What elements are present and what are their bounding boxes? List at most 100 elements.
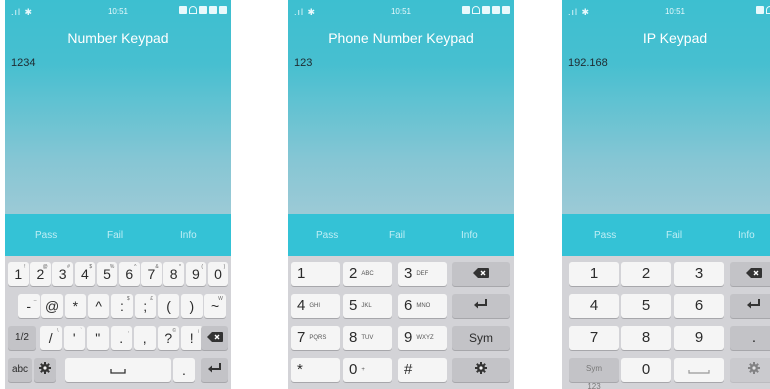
key-7[interactable]: 7 & (141, 262, 162, 286)
key-symbol[interactable]: ' ` (63, 326, 85, 350)
status-bar: .ıl ✱ 10:51 (562, 0, 770, 22)
input-value[interactable]: 192.168 (568, 57, 608, 69)
key-3[interactable]: 3 (674, 262, 724, 286)
key-symbol[interactable]: " (87, 326, 109, 350)
key-7[interactable]: 7 PQRS (291, 326, 340, 350)
key-6[interactable]: 6 ^ (119, 262, 140, 286)
key-label: 7 (589, 329, 599, 346)
key-symbol[interactable]: ~ W (204, 294, 226, 318)
key-label: Sym (469, 331, 493, 345)
key-symbol[interactable]: / \ (40, 326, 62, 350)
input-value[interactable]: 123 (294, 57, 312, 69)
key-2[interactable]: 2 ABC (343, 262, 392, 286)
key-4[interactable]: 4 GHI (291, 294, 340, 318)
key-label: # (404, 361, 413, 378)
key-1[interactable]: 1 (291, 262, 340, 286)
key-symbol[interactable]: ) (181, 294, 203, 318)
input-value[interactable]: 1234 (11, 57, 35, 69)
key-label: - (26, 298, 32, 314)
enter-key[interactable] (730, 294, 770, 318)
key-5[interactable]: 5% (96, 262, 118, 286)
key-sub-label: $ (126, 296, 130, 302)
key-8[interactable]: 8 (621, 326, 671, 350)
info-button[interactable]: Info (461, 230, 478, 241)
key-symbol[interactable]: ^ (87, 294, 110, 318)
sym-key[interactable]: Sym 123 (569, 358, 619, 389)
key-label: * (297, 361, 303, 378)
key-label: ) (189, 298, 195, 314)
key-0[interactable]: 0 (621, 358, 671, 382)
key-9[interactable]: 9 (674, 326, 724, 350)
key-3[interactable]: 3 # (52, 262, 73, 286)
enter-key[interactable] (452, 294, 510, 318)
key-label: : (119, 298, 124, 314)
page-toggle-key[interactable]: 1/2 (8, 326, 36, 350)
settings-key[interactable] (730, 358, 770, 382)
key-label: 2 (349, 265, 358, 282)
key-0[interactable]: 0) (207, 262, 229, 286)
fail-button[interactable]: Fail (666, 230, 682, 241)
key-0[interactable]: 0 + (343, 358, 392, 382)
key-7[interactable]: 7 (569, 326, 619, 350)
settings-key[interactable] (34, 358, 56, 382)
enter-icon (474, 294, 488, 318)
key-symbol[interactable]: * (64, 294, 87, 318)
key-symbol[interactable]: ., (110, 326, 132, 350)
sym-key[interactable]: Sym (452, 326, 510, 350)
key-8[interactable]: 8 * (163, 262, 184, 286)
key-symbol[interactable]: @ (41, 294, 63, 318)
pass-button[interactable]: Pass (35, 230, 57, 241)
settings-key[interactable] (452, 358, 510, 382)
key-label: 8 (169, 266, 178, 282)
key-9[interactable]: 9( (185, 262, 207, 286)
key-6[interactable]: 6 (674, 294, 724, 318)
space-key[interactable] (65, 358, 171, 382)
period-key[interactable]: . (730, 326, 770, 350)
backspace-key[interactable] (452, 262, 510, 286)
key-label: ! (189, 330, 194, 346)
pass-button[interactable]: Pass (316, 230, 338, 241)
fail-button[interactable]: Fail (389, 230, 405, 241)
info-button[interactable]: Info (180, 230, 197, 241)
key-1[interactable]: 1! (8, 262, 29, 286)
key-6[interactable]: 6 MNO (398, 294, 447, 318)
key-label: ^ (95, 298, 102, 314)
period-key[interactable]: . (173, 358, 195, 382)
key-sub-label: @ (42, 264, 48, 270)
key-9[interactable]: 9 WXYZ (398, 326, 447, 350)
key-symbol[interactable]: , (134, 326, 156, 350)
fail-button[interactable]: Fail (107, 230, 123, 241)
key-sub-label: © (172, 328, 176, 334)
key-1[interactable]: 1 (569, 262, 619, 286)
key-*[interactable]: * (291, 358, 340, 382)
key-symbol[interactable]: : $ (111, 294, 133, 318)
backspace-key[interactable] (201, 326, 228, 350)
key-symbol[interactable]: - _ (18, 294, 40, 318)
key-4[interactable]: 4 $ (74, 262, 96, 286)
key-4[interactable]: 4 (569, 294, 619, 318)
pass-button[interactable]: Pass (594, 230, 616, 241)
key-symbol[interactable]: ? © (157, 326, 179, 350)
space-key[interactable] (674, 358, 724, 382)
key-label: 0 (349, 361, 358, 378)
key-#[interactable]: # (398, 358, 447, 382)
key-5[interactable]: 5 JKL (343, 294, 392, 318)
key-8[interactable]: 8 TUV (343, 326, 392, 350)
key-label: 1 (589, 265, 599, 282)
key-symbol[interactable]: ! ¡ (181, 326, 203, 350)
backspace-key[interactable] (730, 262, 770, 286)
ip-keyboard: 1 2 3 4 5 6 7 8 9 Sym 123 0. (562, 256, 770, 389)
key-symbol[interactable]: ; £ (134, 294, 156, 318)
status-icons (756, 6, 770, 14)
key-2[interactable]: 2 @ (30, 262, 51, 286)
abc-key[interactable]: abc (8, 358, 32, 382)
key-sub-label: ^ (134, 264, 137, 270)
key-3[interactable]: 3 DEF (398, 262, 447, 286)
enter-key[interactable] (201, 358, 228, 382)
key-letters: ABC (361, 270, 374, 277)
info-button[interactable]: Info (738, 230, 755, 241)
key-symbol[interactable]: ( (157, 294, 180, 318)
key-label: ? (164, 330, 173, 346)
key-5[interactable]: 5 (621, 294, 671, 318)
key-2[interactable]: 2 (621, 262, 671, 286)
